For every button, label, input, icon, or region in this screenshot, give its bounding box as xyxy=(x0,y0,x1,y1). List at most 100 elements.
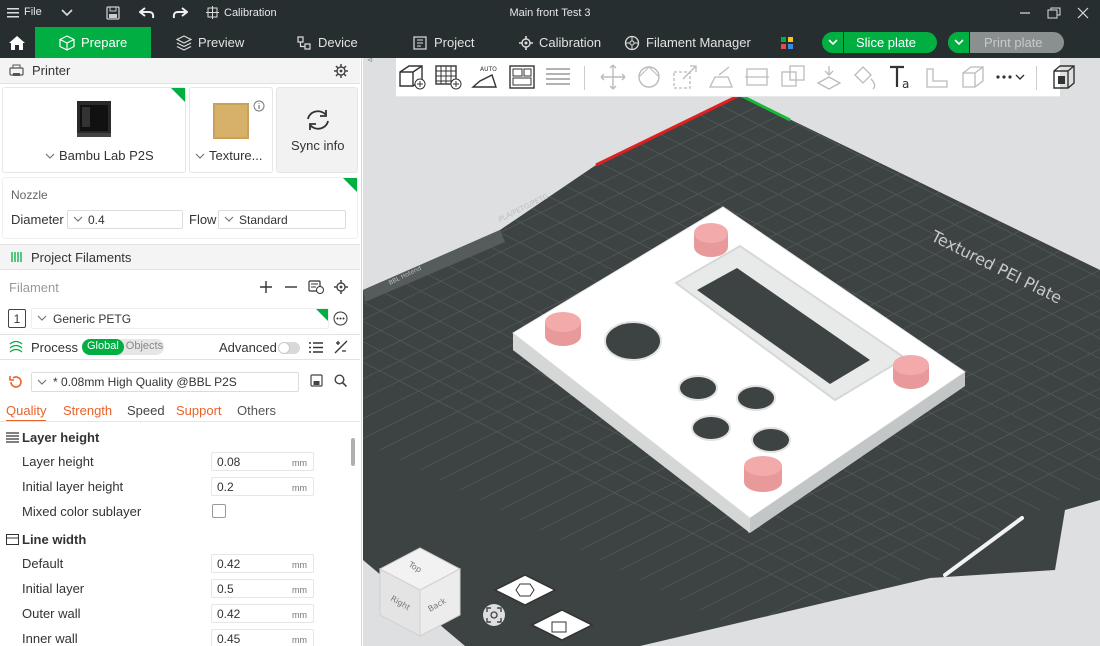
add-plate-icon[interactable] xyxy=(434,62,464,92)
compare-icon[interactable] xyxy=(334,340,348,354)
advanced-switch[interactable] xyxy=(278,342,300,354)
printer-card[interactable]: Bambu Lab P2S xyxy=(2,87,186,173)
tab-support[interactable]: Support xyxy=(176,403,222,418)
svg-text:AUTO: AUTO xyxy=(480,66,497,73)
mixed-color-sublayer-label: Mixed color sublayer xyxy=(22,504,142,519)
rotate-icon[interactable] xyxy=(634,62,664,92)
tab-speed[interactable]: Speed xyxy=(127,403,165,418)
tab-prepare-label: Prepare xyxy=(81,35,128,50)
tab-quality[interactable]: Quality xyxy=(6,403,47,422)
initial-layer-height-value: 0.2 xyxy=(217,479,234,494)
measure-icon[interactable] xyxy=(922,62,952,92)
multi-device-button[interactable] xyxy=(780,27,794,58)
add-icon[interactable] xyxy=(260,281,272,293)
camera-focus-button[interactable] xyxy=(483,604,505,626)
slice-preview-icon[interactable] xyxy=(1048,62,1078,92)
more-options-icon[interactable] xyxy=(333,311,348,326)
tab-others[interactable]: Others xyxy=(237,403,276,418)
sync-filament-icon[interactable] xyxy=(308,279,324,294)
chevron-down-icon[interactable] xyxy=(948,32,970,53)
restore-icon[interactable] xyxy=(1045,4,1063,22)
global-objects-toggle[interactable]: Global Objects xyxy=(82,339,164,355)
support-paint-icon[interactable] xyxy=(814,62,844,92)
color-grid-icon xyxy=(781,36,793,49)
plate-type-card[interactable]: Texture... xyxy=(189,87,273,173)
printer-name[interactable]: Bambu Lab P2S xyxy=(45,148,154,163)
chevron-down-icon[interactable] xyxy=(822,32,844,53)
sync-info-button[interactable]: Sync info xyxy=(276,87,358,173)
tab-preview[interactable]: Preview xyxy=(176,27,244,58)
collapse-panel-icon[interactable]: ⊲ xyxy=(367,58,373,64)
printer-icon xyxy=(9,64,24,76)
search-icon[interactable] xyxy=(334,374,347,387)
plate-type-name[interactable]: Texture... xyxy=(195,148,262,163)
boolean-icon[interactable] xyxy=(778,62,808,92)
printer-thumbnail xyxy=(77,101,111,137)
close-icon[interactable] xyxy=(1074,4,1092,22)
tab-project[interactable]: Project xyxy=(412,27,474,58)
process-icon xyxy=(9,340,23,353)
cut-icon[interactable] xyxy=(742,62,772,92)
reset-icon[interactable] xyxy=(9,375,22,388)
flow-select[interactable]: Standard xyxy=(218,210,346,229)
print-plate-label: Print plate xyxy=(984,35,1043,50)
tab-calibration[interactable]: Calibration xyxy=(519,27,601,58)
arrange-icon[interactable] xyxy=(507,62,537,92)
initial-layer-height-label: Initial layer height xyxy=(22,479,124,494)
tab-device[interactable]: Device xyxy=(296,27,358,58)
process-preset-select[interactable]: * 0.08mm High Quality @BBL P2S xyxy=(31,372,299,392)
list-icon[interactable] xyxy=(309,341,323,354)
nozzle-label: Nozzle xyxy=(11,188,48,202)
inner-wall-width-label: Inner wall xyxy=(22,631,78,646)
print-plate-button[interactable]: Print plate xyxy=(948,32,1064,53)
lay-on-face-icon[interactable] xyxy=(706,62,736,92)
chevron-down-icon xyxy=(37,379,47,385)
filaments-section-header: Project Filaments xyxy=(0,244,360,270)
gear-icon[interactable] xyxy=(334,64,348,78)
minimize-icon[interactable] xyxy=(1016,4,1034,22)
text-tool-icon[interactable]: a xyxy=(886,62,916,92)
3d-viewport[interactable]: Textured PEI Plate PLA/PETG/PETG BBL Hot… xyxy=(363,58,1100,646)
layer-height-group-title: Layer height xyxy=(22,430,100,445)
tab-calibration-label: Calibration xyxy=(539,35,602,50)
chevron-down-icon xyxy=(224,216,234,222)
tab-prepare[interactable]: Prepare xyxy=(35,27,151,58)
filament-slot-number[interactable]: 1 xyxy=(8,309,26,328)
slice-plate-button[interactable]: Slice plate xyxy=(822,32,937,53)
seam-paint-icon[interactable] xyxy=(850,62,880,92)
assembly-icon[interactable] xyxy=(958,62,988,92)
settings-scrollbar[interactable] xyxy=(351,438,355,466)
diameter-value: 0.4 xyxy=(88,212,105,227)
toggle-objects[interactable]: Objects xyxy=(124,339,165,355)
line-width-group-title: Line width xyxy=(22,532,87,547)
home-button[interactable] xyxy=(0,27,34,58)
flow-label: Flow xyxy=(189,212,217,227)
filament-select[interactable]: Generic PETG xyxy=(31,308,329,329)
add-cube-icon[interactable] xyxy=(398,62,428,92)
remove-icon[interactable] xyxy=(285,281,297,293)
home-icon xyxy=(9,35,25,50)
mixed-color-sublayer-checkbox[interactable] xyxy=(212,504,226,518)
inner-wall-width-value: 0.45 xyxy=(217,631,241,646)
scale-icon[interactable] xyxy=(670,62,700,92)
auto-orient-icon[interactable]: AUTO xyxy=(470,62,500,92)
info-icon[interactable] xyxy=(253,100,265,112)
diameter-label: Diameter xyxy=(11,212,64,227)
title-bar: File Calibration Main front Test 3 xyxy=(0,0,1100,27)
toggle-global[interactable]: Global xyxy=(82,339,124,355)
save-preset-icon[interactable] xyxy=(310,374,323,387)
split-layers-icon[interactable] xyxy=(543,62,573,92)
tab-strength[interactable]: Strength xyxy=(63,403,112,418)
more-tools-button[interactable] xyxy=(994,62,1028,92)
tab-filament-manager[interactable]: Filament Manager xyxy=(624,27,751,58)
move-icon[interactable] xyxy=(598,62,628,92)
outer-wall-width-value: 0.42 xyxy=(217,606,241,621)
printer-section-title: Printer xyxy=(32,63,71,78)
gear-icon[interactable] xyxy=(334,280,348,294)
nozzle-card: Nozzle Diameter 0.4 Flow Standard xyxy=(2,177,358,239)
line-width-default-value: 0.42 xyxy=(217,556,241,571)
synced-indicator xyxy=(343,178,357,192)
build-plate-view: Textured PEI Plate PLA/PETG/PETG BBL Hot… xyxy=(363,58,1100,646)
filament-column-label: Filament xyxy=(9,280,59,295)
diameter-select[interactable]: 0.4 xyxy=(67,210,183,229)
